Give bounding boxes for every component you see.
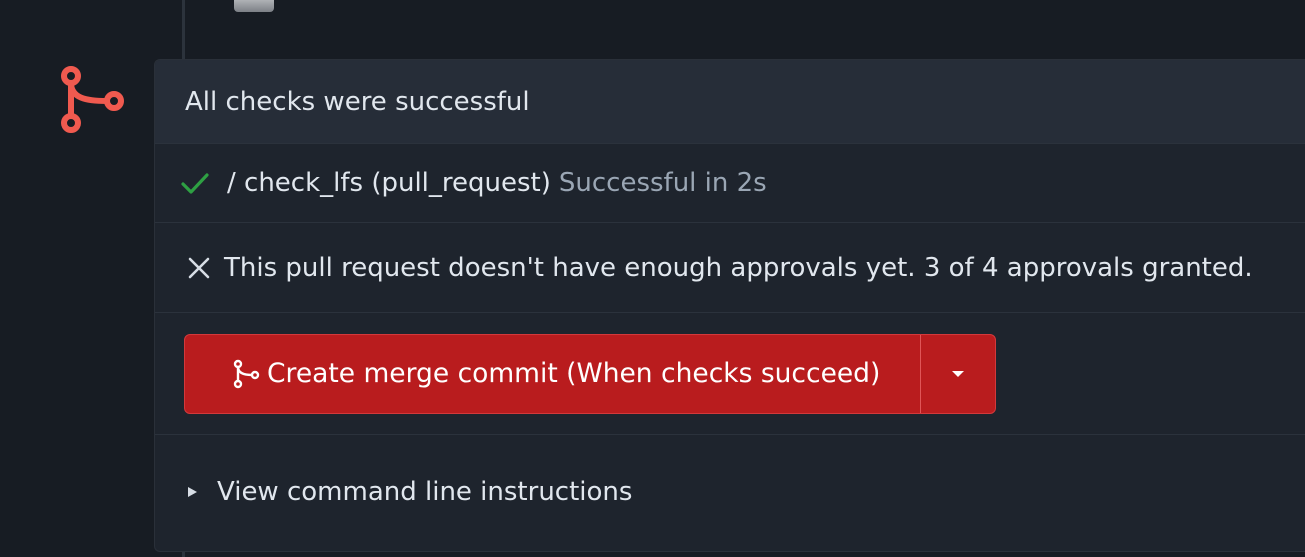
check-icon [181,173,209,194]
x-icon [188,257,210,278]
merge-button-label: Create merge commit (When checks succeed… [267,358,881,389]
triangle-right-icon [188,487,197,497]
avatar[interactable] [234,0,274,12]
git-merge-icon [233,359,260,388]
previous-timeline-entry [282,0,792,4]
timeline-line [182,0,185,60]
command-line-instructions-toggle[interactable]: View command line instructions [155,435,1305,549]
git-merge-icon [56,64,128,136]
merge-box: All checks were successful / check_lfs (… [154,59,1305,552]
merge-button-group: Create merge commit (When checks succeed… [184,333,997,414]
merge-options-dropdown[interactable] [921,335,995,413]
merge-actions-row: Create merge commit (When checks succeed… [155,313,1305,435]
merge-box-header: All checks were successful [155,60,1305,144]
caret-down-icon [952,370,965,377]
create-merge-commit-button[interactable]: Create merge commit (When checks succeed… [185,334,922,413]
checks-summary-title: All checks were successful [185,86,530,117]
check-name[interactable]: / check_lfs (pull_request) [227,168,551,198]
approval-status-row: This pull request doesn't have enough ap… [155,223,1305,313]
instructions-label[interactable]: View command line instructions [217,477,632,507]
pull-request-page: All checks were successful / check_lfs (… [0,0,1305,557]
check-status: Successful in 2s [558,168,767,198]
check-row[interactable]: / check_lfs (pull_request) Successful in… [155,144,1305,223]
approval-status-text: This pull request doesn't have enough ap… [224,252,1253,283]
